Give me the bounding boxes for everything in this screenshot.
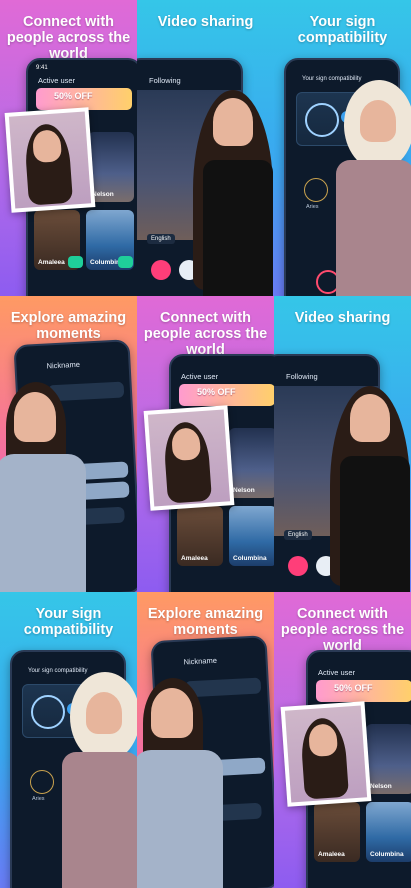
profile-card[interactable]: Columbina xyxy=(366,802,411,862)
model-face xyxy=(213,98,253,146)
language-tag[interactable]: English xyxy=(284,530,312,540)
model-body xyxy=(62,752,137,888)
tile-explore: Explore amazing moments Nickname xyxy=(137,592,274,888)
headline: Video sharing xyxy=(157,14,254,30)
card-name: Columbina xyxy=(233,555,267,562)
card-name: Columbina xyxy=(370,851,404,858)
profile-card[interactable]: Columbina xyxy=(229,506,274,566)
language-tag[interactable]: English xyxy=(147,234,175,244)
headline: Explore amazing moments xyxy=(10,310,127,342)
card-name: Amaleea xyxy=(318,851,345,858)
offer-text: 50% OFF xyxy=(197,387,236,397)
card-name: Nelson xyxy=(233,487,255,494)
headline: Video sharing xyxy=(294,310,391,326)
sign-name: Aries xyxy=(306,204,319,210)
screen-title: Nickname xyxy=(183,655,218,667)
tile-sign: Your sign compatibility Your sign compat… xyxy=(0,592,137,888)
tile-explore: Explore amazing moments Nickname xyxy=(0,296,137,592)
profile-card[interactable]: Nelson xyxy=(229,428,274,498)
offer-text: 50% OFF xyxy=(54,91,93,101)
screen-title: Following xyxy=(149,76,181,85)
video-call-button[interactable] xyxy=(288,556,308,576)
photo-polaroid xyxy=(4,107,96,213)
chat-button[interactable] xyxy=(68,256,83,268)
card-name: Amaleea xyxy=(38,259,65,266)
model-body xyxy=(203,160,273,296)
sign-badge-icon xyxy=(30,770,54,794)
photo-polaroid xyxy=(280,701,372,807)
model-face xyxy=(86,692,122,734)
tile-connect: Connect with people across the world Act… xyxy=(274,592,411,888)
sign-name: Aries xyxy=(32,796,45,802)
model-body xyxy=(340,456,410,592)
screen-title: Following xyxy=(286,372,318,381)
headline: Connect with people across the world xyxy=(143,310,268,358)
tile-connect: Connect with people across the world Act… xyxy=(137,296,274,592)
profile-card[interactable]: Amaleea xyxy=(177,506,223,566)
video-call-button[interactable] xyxy=(151,260,171,280)
profile-card[interactable]: Amaleea xyxy=(314,802,360,862)
model-body xyxy=(336,160,411,296)
screen-title: Nickname xyxy=(46,359,81,371)
card-name: Nelson xyxy=(370,783,392,790)
photo-polaroid xyxy=(143,405,235,511)
offer-banner[interactable]: 50% OFF xyxy=(179,384,274,406)
model-face xyxy=(350,394,390,442)
screen-title: Active user xyxy=(38,76,76,85)
profile-card[interactable]: Nelson xyxy=(366,724,411,794)
screen-title: Active user xyxy=(181,372,219,381)
chat-button[interactable] xyxy=(118,256,133,268)
tile-video: Video sharing Following English xyxy=(137,0,274,296)
tile-connect: Connect with people across the world 9:4… xyxy=(0,0,137,296)
screen-title: Your sign compatibility xyxy=(28,668,88,674)
headline: Your sign compatibility xyxy=(297,14,388,46)
status-time: 9:41 xyxy=(36,65,48,71)
headline: Connect with people across the world xyxy=(6,14,131,62)
sign-badge-icon xyxy=(304,178,328,202)
headline: Your sign compatibility xyxy=(23,606,114,638)
tile-sign: Your sign compatibility Your sign compat… xyxy=(274,0,411,296)
profile-card[interactable]: Nelson xyxy=(88,132,134,202)
card-name: Amaleea xyxy=(181,555,208,562)
model-face xyxy=(360,100,396,142)
headline: Explore amazing moments xyxy=(147,606,264,638)
aries-icon xyxy=(31,695,65,729)
model-body xyxy=(137,750,223,888)
headline: Connect with people across the world xyxy=(280,606,405,654)
screen-title: Active user xyxy=(318,668,356,677)
card-name: Nelson xyxy=(92,191,114,198)
promo-grid: Connect with people across the world 9:4… xyxy=(0,0,411,888)
model-face xyxy=(14,392,56,442)
model-body xyxy=(0,454,86,592)
model-face xyxy=(151,688,193,738)
offer-text: 50% OFF xyxy=(334,683,373,693)
screen-title: Your sign compatibility xyxy=(302,76,362,82)
offer-banner[interactable]: 50% OFF xyxy=(316,680,411,702)
tile-video: Video sharing Following English xyxy=(274,296,411,592)
aries-icon xyxy=(305,103,339,137)
